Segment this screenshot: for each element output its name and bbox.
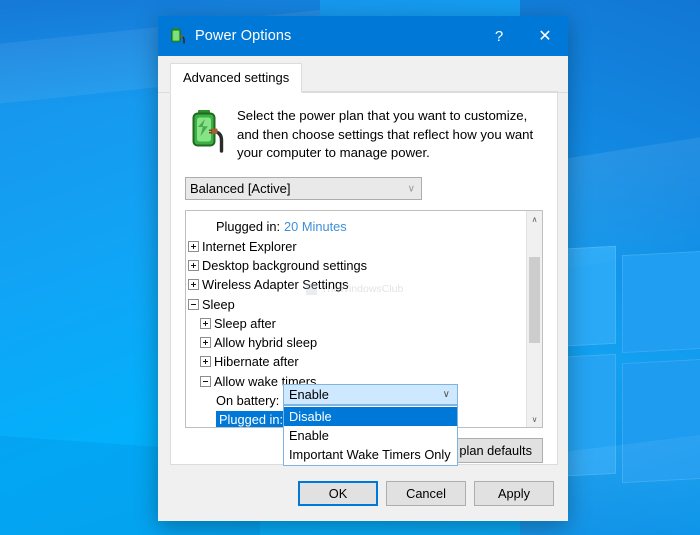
title-bar: Power Options ? ✕ bbox=[158, 16, 568, 56]
collapse-icon[interactable] bbox=[200, 375, 211, 387]
power-plan-value: Balanced [Active] bbox=[190, 181, 291, 197]
expand-icon[interactable] bbox=[188, 259, 199, 271]
tree-row-label: Plugged in: bbox=[216, 410, 287, 428]
tree-row[interactable]: Wireless Adapter Settings bbox=[186, 275, 526, 294]
tree-row[interactable]: Sleep bbox=[186, 294, 526, 313]
scroll-down-icon[interactable]: ∨ bbox=[527, 411, 542, 428]
help-button[interactable]: ? bbox=[476, 16, 522, 56]
tree-row-label: Wireless Adapter Settings bbox=[202, 277, 349, 293]
power-plan-select[interactable]: Balanced [Active] ∨ bbox=[185, 177, 422, 201]
tree-row-label: Hibernate after bbox=[214, 354, 299, 370]
logo-tile bbox=[622, 248, 700, 354]
dialog-footer: OK Cancel Apply bbox=[158, 465, 568, 521]
tree-row-label: Desktop background settings bbox=[202, 257, 368, 273]
tree-vertical-scrollbar[interactable]: ∧ ∨ bbox=[526, 211, 542, 428]
intro-section: Select the power plan that you want to c… bbox=[185, 107, 543, 163]
cancel-button[interactable]: Cancel bbox=[386, 480, 466, 506]
tab-strip: Advanced settings bbox=[158, 56, 568, 93]
scrollbar-thumb[interactable] bbox=[529, 257, 540, 344]
scroll-up-icon[interactable]: ∧ bbox=[527, 211, 542, 228]
option-item[interactable]: Enable bbox=[284, 426, 457, 445]
tab-row: Advanced settings bbox=[170, 62, 558, 93]
tree-row[interactable]: Allow hybrid sleep bbox=[186, 333, 526, 352]
expand-icon[interactable] bbox=[188, 279, 199, 291]
tree-row-label: Plugged in: bbox=[216, 219, 281, 235]
tree-row-label: Sleep after bbox=[214, 315, 276, 331]
expand-icon[interactable] bbox=[200, 356, 211, 368]
ok-button[interactable]: OK bbox=[298, 480, 378, 506]
tree-row-label: Sleep bbox=[202, 296, 235, 312]
tab-strip-filler bbox=[302, 72, 558, 92]
tree-row[interactable]: Plugged in: 20 Minutes bbox=[186, 217, 526, 236]
wake-timers-option-list[interactable]: Disable Enable Important Wake Timers Only bbox=[283, 405, 458, 466]
expand-icon[interactable] bbox=[188, 240, 199, 252]
expand-icon[interactable] bbox=[200, 337, 211, 349]
tree-row[interactable]: Sleep after bbox=[186, 314, 526, 333]
power-plug-battery-icon bbox=[185, 109, 225, 153]
expand-icon[interactable] bbox=[200, 317, 211, 329]
tree-row[interactable]: Internet Explorer bbox=[186, 237, 526, 256]
tree-row-label: On battery: bbox=[216, 393, 280, 409]
wake-timers-plugged-in-select[interactable]: Enable ∨ bbox=[283, 384, 458, 405]
option-item[interactable]: Disable bbox=[284, 407, 457, 426]
tree-row[interactable]: Hibernate after bbox=[186, 352, 526, 371]
tab-advanced-settings[interactable]: Advanced settings bbox=[170, 63, 303, 93]
apply-button[interactable]: Apply bbox=[474, 480, 554, 506]
chevron-down-icon: ∨ bbox=[407, 183, 415, 195]
collapse-icon[interactable] bbox=[188, 298, 199, 310]
tree-row-label: Allow hybrid sleep bbox=[214, 335, 318, 351]
power-plug-battery-icon bbox=[168, 27, 186, 45]
intro-description: Select the power plan that you want to c… bbox=[237, 108, 534, 161]
tree-row-value[interactable]: 20 Minutes bbox=[284, 219, 347, 234]
window-title: Power Options bbox=[195, 28, 292, 44]
tree-row[interactable]: Desktop background settings bbox=[186, 256, 526, 275]
chevron-down-icon: ∨ bbox=[442, 389, 450, 400]
wake-timers-selected-value: Enable bbox=[289, 387, 329, 402]
option-item[interactable]: Important Wake Timers Only bbox=[284, 445, 457, 464]
close-button[interactable]: ✕ bbox=[522, 16, 568, 56]
tree-row-label: Internet Explorer bbox=[202, 238, 297, 254]
